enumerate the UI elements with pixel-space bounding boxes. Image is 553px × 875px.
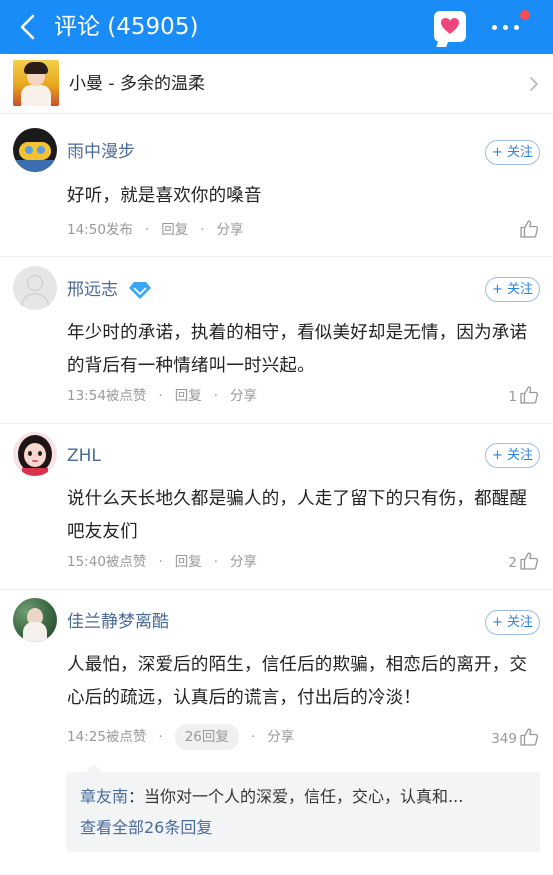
thumbs-up-icon [520,220,539,238]
notification-badge [520,10,530,20]
song-title: 小曼 - 多余的温柔 [69,74,205,94]
reply-button[interactable]: 回复 [175,386,202,406]
title-bar: 评论 (45905) [0,0,553,54]
comment-time: 13:54被点赞 [67,388,147,404]
reply-author[interactable]: 章友南 [80,787,128,806]
username[interactable]: 雨中漫步 [67,140,135,164]
page-title: 评论 (45905) [54,14,199,40]
avatar[interactable] [13,432,57,476]
username[interactable]: 邢远志 [67,278,118,302]
reply-preview-box[interactable]: 章友南：当你对一个人的深爱，信任，交心，认真和... 查看全部26条回复 [66,764,540,852]
share-button[interactable]: 分享 [230,552,257,572]
like-count: 2 [508,555,517,571]
avatar[interactable] [13,598,57,642]
view-all-replies-link[interactable]: 查看全部26条回复 [80,816,212,840]
diamond-vip-icon [129,282,151,299]
comment-item: 邢远志 + 关注 年少时的承诺，执着的相守，看似美好却是无情，因为承诺的背后有一… [0,257,553,424]
chevron-right-icon [530,77,539,91]
comment-meta: 14:50发布 · 回复 · 分享 [67,220,244,240]
reply-button[interactable]: 回复 [175,552,202,572]
thumbs-up-icon [520,552,539,570]
heart-icon [441,18,459,34]
more-options-icon[interactable] [488,10,532,41]
comment-time: 15:40被点赞 [67,554,147,570]
avatar[interactable] [13,128,57,172]
comment-item: ZHL + 关注 说什么天长地久都是骗人的，人走了留下的只有伤，都醒醒吧友友们 … [0,424,553,590]
share-button[interactable]: 分享 [230,386,257,406]
like-button[interactable]: 349 [487,727,539,749]
comment-text: 好听，就是喜欢你的嗓音 [67,186,262,206]
heart-button[interactable] [434,11,466,47]
reply-preview-line: 章友南：当你对一个人的深爱，信任，交心，认真和... [80,785,520,809]
comment-text: 人最怕，深爱后的陌生，信任后的欺骗，相恋后的离开，交心后的疏远，认真后的谎言，付… [67,655,528,708]
reply-count-button[interactable]: 26回复 [174,724,239,750]
comment-time: 14:25被点赞 [67,729,147,745]
comment-item: 雨中漫步 + 关注 好听，就是喜欢你的嗓音 14:50发布 · 回复 · 分享 [0,115,553,257]
comment-meta: 13:54被点赞 · 回复 · 分享 [67,386,257,406]
reply-button[interactable]: 回复 [161,220,188,240]
share-button[interactable]: 分享 [267,727,294,747]
like-button[interactable]: 2 [499,551,539,573]
comment-meta: 14:25被点赞 · 26回复 · 分享 [67,724,294,750]
thumbs-up-icon [520,728,539,746]
avatar[interactable] [13,266,57,310]
comment-text: 说什么天长地久都是骗人的，人走了留下的只有伤，都醒醒吧友友们 [67,489,528,542]
username[interactable]: ZHL [67,444,101,468]
comment-time: 14:50发布 [67,222,133,238]
follow-button[interactable]: + 关注 [485,140,540,165]
like-count: 349 [491,731,517,747]
follow-button[interactable]: + 关注 [485,610,540,635]
reply-preview-text: ：当你对一个人的深爱，信任，交心，认真和... [128,787,464,806]
follow-button[interactable]: + 关注 [485,443,540,468]
comment-text: 年少时的承诺，执着的相守，看似美好却是无情，因为承诺的背后有一种情绪叫一时兴起。 [67,323,528,376]
back-arrow-icon[interactable] [14,11,44,43]
song-cover-image [13,60,59,106]
like-count: 1 [508,389,517,405]
comment-meta: 15:40被点赞 · 回复 · 分享 [67,552,257,572]
share-button[interactable]: 分享 [217,220,244,240]
username[interactable]: 佳兰静梦离酷 [67,610,169,634]
follow-button[interactable]: + 关注 [485,277,540,302]
thumbs-up-icon [520,386,539,404]
song-info-bar[interactable]: 小曼 - 多余的温柔 [0,54,553,114]
like-button[interactable]: 1 [499,385,539,407]
like-button[interactable] [499,219,539,241]
